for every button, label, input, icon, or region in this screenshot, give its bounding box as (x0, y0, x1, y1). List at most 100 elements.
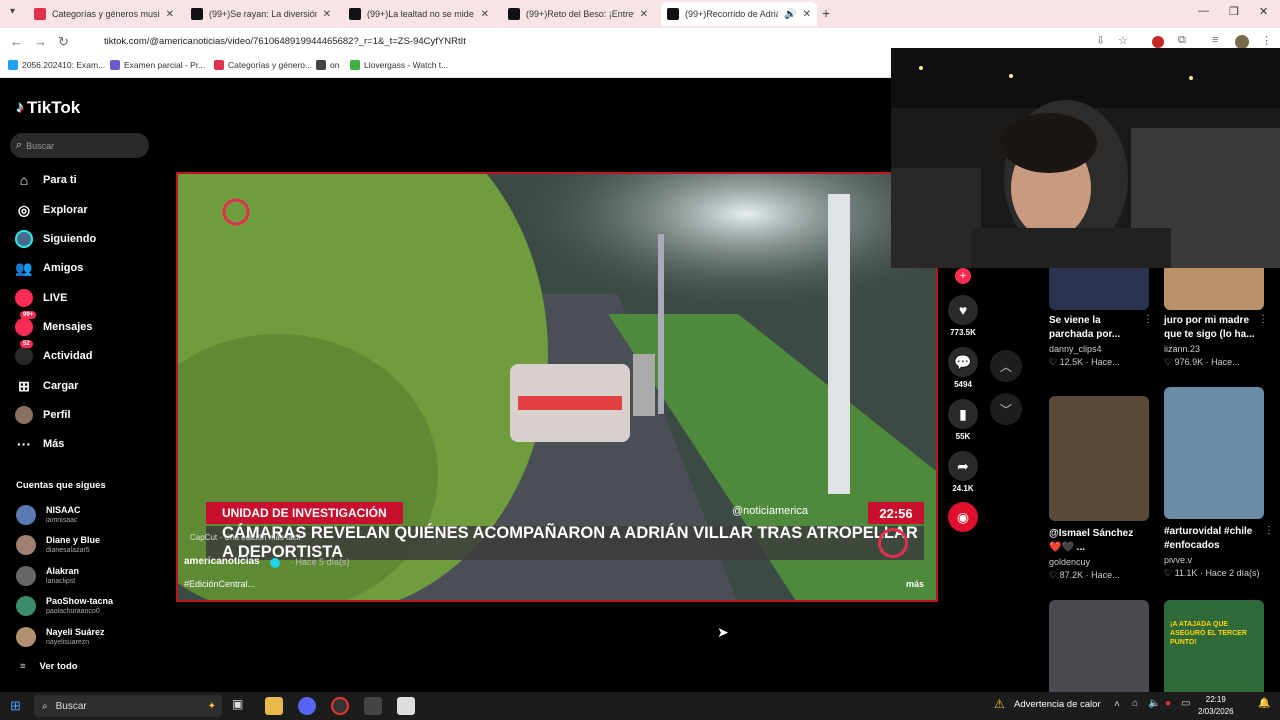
tab-close-icon[interactable]: ✕ (166, 9, 174, 20)
bookmark-star-icon[interactable]: ☆ (1118, 34, 1128, 47)
video-card[interactable]: #arturovidal #chile #enfocados pivve.v ♡… (1164, 387, 1274, 579)
minimize-icon[interactable]: — (1198, 5, 1209, 17)
notifications-icon[interactable]: 🔔 (1258, 698, 1270, 709)
globe-icon: ◉ (948, 502, 978, 532)
install-icon[interactable]: ⇩ (1096, 34, 1105, 47)
back-icon[interactable]: ← (10, 34, 23, 49)
nav-explore[interactable]: ◎ Explorar (14, 200, 88, 220)
forward-icon[interactable]: → (34, 34, 47, 49)
previous-video-button[interactable]: ︿ (990, 350, 1022, 382)
network-icon[interactable]: ⌂ (1132, 698, 1138, 709)
save-button[interactable]: ▮ 55K (948, 399, 978, 441)
follow-plus-icon[interactable]: + (955, 268, 971, 284)
following-account[interactable]: Diane y Blue dianesalazar5 (16, 535, 100, 555)
tiktok-logo[interactable]: ♪ TikTok (16, 98, 80, 118)
system-clock[interactable]: 22:19 2/03/2026 (1198, 694, 1234, 718)
video-thumbnail[interactable] (1049, 600, 1149, 692)
friends-icon: 👥 (15, 259, 33, 276)
video-card[interactable]: Se viene la parchada por... danny_clips4… (1049, 314, 1153, 368)
maximize-icon[interactable]: ❐ (1229, 5, 1239, 18)
profile-avatar[interactable] (1235, 35, 1249, 49)
file-explorer-icon[interactable] (265, 697, 283, 715)
video-thumbnail[interactable]: ¡A ATAJADA QUE ASEGURÓ EL TERCER PUNTO! (1164, 600, 1264, 692)
bookmark[interactable]: Examen parcial - Pr... (110, 60, 205, 70)
share-button[interactable]: ➦ 24.1K (948, 451, 978, 493)
video-author[interactable]: americanoticias (184, 556, 260, 567)
weather-widget[interactable]: Advertencia de calor (1014, 699, 1101, 710)
nav-more[interactable]: ··· Más (14, 434, 64, 454)
tab-close-icon[interactable]: ✕ (481, 9, 489, 20)
bookmark[interactable]: 2056.202410: Exam... (8, 60, 105, 70)
discord-icon[interactable] (298, 697, 316, 715)
video-time: · Hace 5 día(s) (290, 557, 350, 567)
capcut-label[interactable]: CapCut · Una edición más fácil (190, 533, 300, 542)
task-view-icon[interactable]: ▣ (232, 697, 250, 715)
following-account[interactable]: PaoShow-tacna paolachuraanco0 (16, 596, 113, 616)
taskbar-search[interactable]: ⌕ Buscar ✦ (34, 695, 222, 717)
reload-icon[interactable]: ↻ (58, 34, 69, 50)
nav-friends[interactable]: 👥 Amigos (14, 258, 83, 278)
chevron-up-icon[interactable]: ˄ (1114, 699, 1120, 710)
comment-button[interactable]: 💬 5494 (948, 347, 978, 389)
like-button[interactable]: ♥ 773.5K (948, 295, 978, 337)
nav-following[interactable]: Siguiendo (14, 229, 96, 249)
browser-tab[interactable]: Categorías y géneros musicale ✕ (28, 2, 180, 26)
extensions-icon[interactable]: ⧉ (1178, 34, 1186, 47)
nav-for-you[interactable]: ⌂ Para ti (14, 170, 77, 190)
more-options-icon[interactable]: ⋮ (1264, 525, 1274, 536)
copilot-icon: ✦ (207, 700, 216, 712)
bookmark[interactable]: Categorías y género... (214, 60, 312, 70)
video-card[interactable]: juro por mi madre que te sigo (lo ha... … (1164, 314, 1268, 368)
heart-icon: ♥ (948, 295, 978, 325)
tray-app-icon[interactable]: ● (1165, 698, 1171, 709)
window-close-icon[interactable]: ✕ (1259, 5, 1268, 18)
tab-list-icon[interactable]: ▾ (10, 6, 15, 17)
browser-icon[interactable] (397, 697, 415, 715)
more-link[interactable]: más (906, 579, 924, 589)
video-thumbnail[interactable] (1164, 268, 1264, 310)
next-video-button[interactable]: ﹀ (990, 393, 1022, 425)
home-icon: ⌂ (19, 172, 29, 188)
following-account[interactable]: NISAAC iamnisaac (16, 505, 81, 525)
extension-icon[interactable] (1152, 36, 1164, 48)
tab-close-icon[interactable]: ✕ (803, 9, 811, 20)
warning-icon: ⚠ (994, 697, 1005, 711)
more-options-icon[interactable]: ⋮ (1258, 314, 1268, 325)
tab-close-icon[interactable]: ✕ (640, 9, 648, 20)
nav-upload[interactable]: ⊞ Cargar (14, 376, 78, 396)
bookmark[interactable]: Llovergass - Watch t... (350, 60, 448, 70)
webcam-frame (891, 48, 1280, 268)
windows-start-icon[interactable]: ⊞ (10, 698, 21, 714)
speaker-icon[interactable]: 🔊 (784, 9, 796, 20)
menu-icon[interactable]: ⋮ (1261, 34, 1272, 47)
browser-tab[interactable]: (99+)Reto del Beso: ¡Entrevista ✕ (502, 2, 654, 26)
more-options-icon[interactable]: ⋮ (1143, 314, 1153, 325)
nav-profile[interactable]: Perfil (14, 405, 71, 425)
browser-tab-active[interactable]: (99+)Recorrido de Adrián V 🔊 ✕ (661, 2, 817, 26)
search-input[interactable]: ⌕ Buscar (10, 133, 149, 158)
app-icon[interactable] (331, 697, 349, 715)
browser-tab[interactable]: (99+)La lealtad no se mide por ✕ (343, 2, 495, 26)
search-icon: ⌕ (42, 700, 48, 712)
activity-icon: 52 (14, 340, 34, 366)
video-thumbnail[interactable] (1049, 268, 1149, 310)
battery-icon[interactable]: ▭ (1181, 698, 1190, 709)
new-tab-button[interactable]: + (822, 5, 830, 21)
browser-tab[interactable]: (99+)Se rayan: La diversión de ✕ (185, 2, 337, 26)
volume-icon[interactable]: 🔈 (1148, 698, 1160, 709)
video-tags[interactable]: #EdiciónCentral... (184, 579, 255, 589)
bookmark[interactable]: on (316, 60, 339, 70)
following-account[interactable]: Alakran lanaclipst (16, 566, 79, 586)
tiktok-favicon-icon (349, 8, 361, 20)
see-all-link[interactable]: ≡ Ver todo (20, 661, 78, 672)
sound-button[interactable]: ◉ (948, 502, 978, 532)
unit-label: UNIDAD DE INVESTIGACIÓN (206, 502, 403, 524)
nav-live[interactable]: LIVE (14, 288, 67, 308)
nav-activity[interactable]: 52 Actividad (14, 340, 93, 366)
app-icon[interactable] (364, 697, 382, 715)
nav-messages[interactable]: 99+ Mensajes (14, 311, 93, 337)
tab-close-icon[interactable]: ✕ (323, 9, 331, 20)
video-card[interactable]: @Ismael Sánchez ❤️🖤 ... goldencuy ♡ 87.2… (1049, 396, 1149, 581)
following-account[interactable]: Nayeli Suárez nayelisuarezn (16, 627, 105, 647)
media-icon[interactable]: ≡ (1212, 34, 1218, 46)
